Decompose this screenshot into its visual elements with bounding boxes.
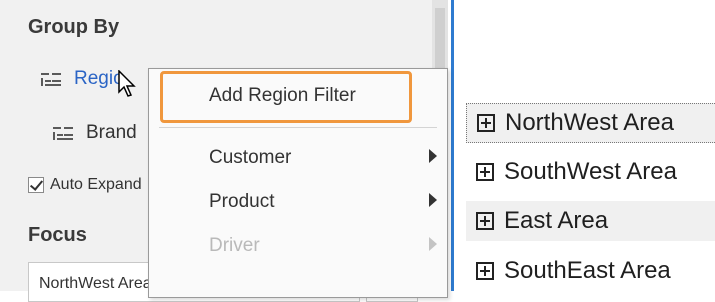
tree-row-northwest[interactable]: NorthWest Area [466,103,715,143]
tree-row-southeast[interactable]: SouthEast Area [466,251,715,291]
auto-expand-label: Auto Expand [50,176,142,193]
group-by-item-region[interactable]: Regio [40,68,124,90]
menu-item-customer[interactable]: Customer [209,147,291,169]
group-by-item-region-label: Regio [74,68,124,89]
panel-splitter[interactable] [451,0,454,291]
group-by-title: Group By [28,16,120,38]
menu-item-product[interactable]: Product [209,191,274,213]
focus-select-value: NorthWest Area [39,275,152,292]
tree-row-southwest[interactable]: SouthWest Area [466,152,715,192]
submenu-arrow-icon [429,193,437,207]
tree-row-east[interactable]: East Area [466,201,715,241]
auto-expand-checkbox-row[interactable]: Auto Expand [28,176,142,194]
focus-title: Focus [28,224,87,246]
group-by-item-brand[interactable]: Brand [52,122,137,144]
tree-row-label: NorthWest Area [505,109,674,136]
highlight-box [160,71,412,123]
menu-separator [159,127,437,128]
group-lines-icon [40,70,62,88]
expand-plus-icon[interactable] [477,114,495,132]
auto-expand-checkbox[interactable] [28,177,44,193]
submenu-arrow-icon [429,149,437,163]
menu-item-driver: Driver [209,235,260,256]
tree-row-label: SouthWest Area [504,158,677,185]
group-lines-icon [52,124,74,142]
expand-plus-icon[interactable] [476,163,494,181]
group-by-item-brand-label: Brand [86,122,137,143]
expand-plus-icon[interactable] [476,212,494,230]
mouse-cursor-icon [118,69,138,103]
tree-row-label: East Area [504,207,609,234]
tree-row-label: SouthEast Area [504,257,671,284]
submenu-arrow-icon [429,237,437,251]
expand-plus-icon[interactable] [476,262,494,280]
